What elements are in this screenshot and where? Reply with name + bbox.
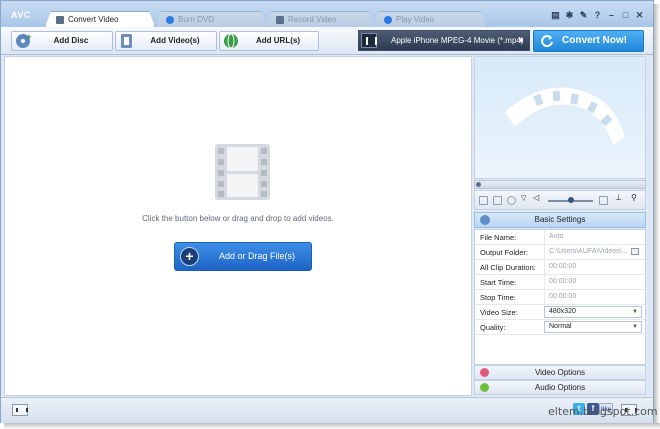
output-folder-field[interactable]: C:\Users\AUFA\Videos\... xyxy=(544,245,642,259)
basic-settings-header[interactable]: Basic Settings xyxy=(474,212,646,228)
settings-icon[interactable]: ✱ xyxy=(564,10,575,21)
add-urls-button[interactable]: Add URL(s) xyxy=(219,31,319,51)
minimize-icon[interactable]: – xyxy=(606,10,617,21)
stop-icon[interactable] xyxy=(493,196,502,205)
play-video-icon xyxy=(384,16,392,24)
tab-label: Burn DVD xyxy=(178,15,215,24)
help-icon[interactable]: ? xyxy=(592,10,603,21)
snapshot-icon[interactable] xyxy=(507,196,516,205)
convert-video-icon xyxy=(56,16,64,24)
file-name-field[interactable]: Auto xyxy=(544,230,642,244)
basic-settings-panel: File Name: Auto Output Folder: C:\Users\… xyxy=(474,229,646,365)
convert-now-button[interactable]: Convert Now! xyxy=(533,30,644,52)
output-folder-value: C:\Users\AUFA\Videos\... xyxy=(549,248,628,255)
window-shadow-right xyxy=(654,4,660,429)
start-time-field[interactable]: 00:00:00 xyxy=(544,275,642,289)
blog-watermark: eltem.blogspot.com xyxy=(548,405,658,418)
refresh-icon xyxy=(541,35,553,48)
burn-dvd-icon xyxy=(166,16,174,24)
add-files-label: Add or Drag File(s) xyxy=(219,251,296,261)
add-disc-button[interactable]: + Add Disc xyxy=(11,31,113,51)
chevron-down-icon: ▼ xyxy=(517,36,525,45)
setting-key: File Name: xyxy=(480,233,517,242)
audio-options-icon xyxy=(480,383,489,392)
tab-label: Convert Video xyxy=(68,15,119,24)
merge-icon[interactable]: ⊥ xyxy=(615,193,624,202)
add-urls-label: Add URL(s) xyxy=(256,36,300,45)
iphone-icon xyxy=(361,33,377,48)
video-options-label: Video Options xyxy=(534,368,586,377)
stop-time-field[interactable]: 00:00:00 xyxy=(544,290,642,304)
window-controls: ▤ ✱ ✎ ? – □ ✕ xyxy=(550,10,645,21)
toolbar: + Add Disc Add Video(s) Add URL(s) Apple… xyxy=(1,27,653,55)
plus-icon: + xyxy=(180,247,199,266)
video-options-icon xyxy=(480,368,489,377)
setting-row-video-size: Video Size: 480x320 ▼ xyxy=(475,305,645,320)
add-videos-button[interactable]: Add Video(s) xyxy=(115,31,217,51)
video-size-value: 480x320 xyxy=(549,308,576,315)
chevron-down-icon: ▼ xyxy=(632,309,638,315)
tools-icon[interactable]: ✎ xyxy=(578,10,589,21)
file-drop-area[interactable]: Click the button below or drag and drop … xyxy=(4,56,472,396)
tab-label: Play Video xyxy=(396,15,435,24)
chevron-down-icon: ▼ xyxy=(632,324,638,330)
seek-bar[interactable] xyxy=(474,180,646,189)
close-icon[interactable]: ✕ xyxy=(634,10,645,21)
convert-now-label: Convert Now! xyxy=(562,35,627,46)
setting-row-duration: All Clip Duration: 00:00:00 xyxy=(475,260,645,275)
tab-play-video[interactable]: Play Video xyxy=(373,11,487,27)
output-profile-select[interactable]: Apple iPhone MPEG-4 Movie (*.mp4) ▼ xyxy=(358,30,530,51)
window-shadow-bottom xyxy=(4,423,660,429)
setting-key: Output Folder: xyxy=(480,248,528,257)
quality-select[interactable]: Normal ▼ xyxy=(544,321,642,333)
setting-key: Video Size: xyxy=(480,308,518,317)
preview-film-reel-icon xyxy=(505,87,625,145)
profile-label: Apple iPhone MPEG-4 Movie (*.mp4) xyxy=(391,36,524,45)
audio-options-label: Audio Options xyxy=(534,383,586,392)
volume-icon[interactable]: ◁ xyxy=(533,193,542,202)
setting-row-start-time: Start Time: 00:00:00 xyxy=(475,275,645,290)
add-disc-label: Add Disc xyxy=(53,36,89,45)
film-strip-icon xyxy=(215,144,270,200)
app-window: AVC Convert Video Burn DVD Record Video … xyxy=(0,0,654,423)
settings-gear-icon xyxy=(480,215,490,225)
setting-key: Start Time: xyxy=(480,278,517,287)
video-size-select[interactable]: 480x320 ▼ xyxy=(544,306,642,318)
player-controls: ▽ ◁ ⊥ ⚲ xyxy=(474,190,646,210)
setting-key: All Clip Duration: xyxy=(480,263,536,272)
quality-value: Normal xyxy=(549,323,572,330)
seek-knob[interactable] xyxy=(476,182,481,187)
search-icon[interactable]: ⚲ xyxy=(631,193,640,202)
toggle-panel-left-icon[interactable] xyxy=(12,404,28,416)
tab-convert-video[interactable]: Convert Video xyxy=(45,11,155,27)
setting-row-quality: Quality: Normal ▼ xyxy=(475,320,645,335)
add-or-drag-files-button[interactable]: + Add or Drag File(s) xyxy=(174,242,312,271)
basic-settings-label: Basic Settings xyxy=(534,215,586,224)
volume-slider[interactable] xyxy=(548,197,593,203)
app-logo: AVC xyxy=(11,10,31,20)
tab-record-video[interactable]: Record Video xyxy=(265,11,375,27)
add-videos-label: Add Video(s) xyxy=(150,36,200,45)
duration-field[interactable]: 00:00:00 xyxy=(544,260,642,274)
tab-burn-dvd[interactable]: Burn DVD xyxy=(155,11,267,27)
play-icon[interactable] xyxy=(479,196,488,205)
setting-key: Stop Time: xyxy=(480,293,516,302)
browse-folder-icon[interactable] xyxy=(631,248,639,255)
audio-options-header[interactable]: Audio Options xyxy=(474,380,646,395)
setting-row-stop-time: Stop Time: 00:00:00 xyxy=(475,290,645,305)
setting-row-file-name: File Name: Auto xyxy=(475,230,645,245)
record-video-icon xyxy=(276,16,284,24)
video-options-header[interactable]: Video Options xyxy=(474,365,646,380)
maximize-icon[interactable]: □ xyxy=(620,10,631,21)
window-mode-icon[interactable] xyxy=(599,196,608,205)
skin-icon[interactable]: ▤ xyxy=(550,10,561,21)
drop-hint: Click the button below or drag and drop … xyxy=(142,214,334,223)
video-preview xyxy=(474,56,646,179)
tab-label: Record Video xyxy=(288,15,337,24)
title-bar: AVC Convert Video Burn DVD Record Video … xyxy=(1,1,653,27)
setting-key: Quality: xyxy=(480,323,506,332)
setting-row-output-folder: Output Folder: C:\Users\AUFA\Videos\... xyxy=(475,245,645,260)
dropdown-icon[interactable]: ▽ xyxy=(521,194,530,203)
